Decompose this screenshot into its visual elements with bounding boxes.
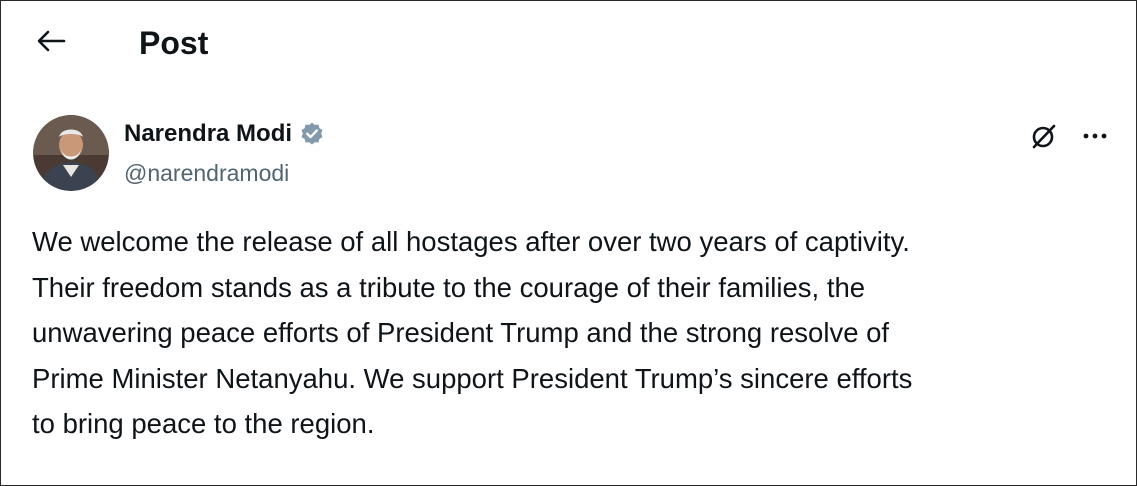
post-text: We welcome the release of all hostages a… [32,219,1122,447]
post-text-line: Prime Minister Netanyahu. We support Pre… [32,362,913,394]
post-text-line: Their freedom stands as a tribute to the… [32,271,866,303]
avatar[interactable] [33,115,109,191]
arrow-left-icon [37,30,66,52]
post-page: Post Narendra Modi @narendramodi We welc… [0,0,1137,486]
more-button[interactable] [1079,121,1111,151]
more-horizontal-icon [1083,133,1107,139]
grok-button[interactable] [1027,121,1061,151]
post-text-line: unwavering peace efforts of President Tr… [32,317,890,348]
top-bar: Post [1,1,1136,83]
author-name-row[interactable]: Narendra Modi [124,117,327,151]
grok-icon [1032,124,1056,149]
back-button[interactable] [31,23,71,59]
author-handle[interactable]: @narendramodi [124,159,289,187]
author-name: Narendra Modi [124,120,293,147]
verified-badge-icon [299,120,327,148]
page-title: Post [139,25,209,61]
post-text-line: We welcome the release of all hostages a… [32,226,910,257]
post-text-line: to bring peace to the region. [32,408,375,439]
